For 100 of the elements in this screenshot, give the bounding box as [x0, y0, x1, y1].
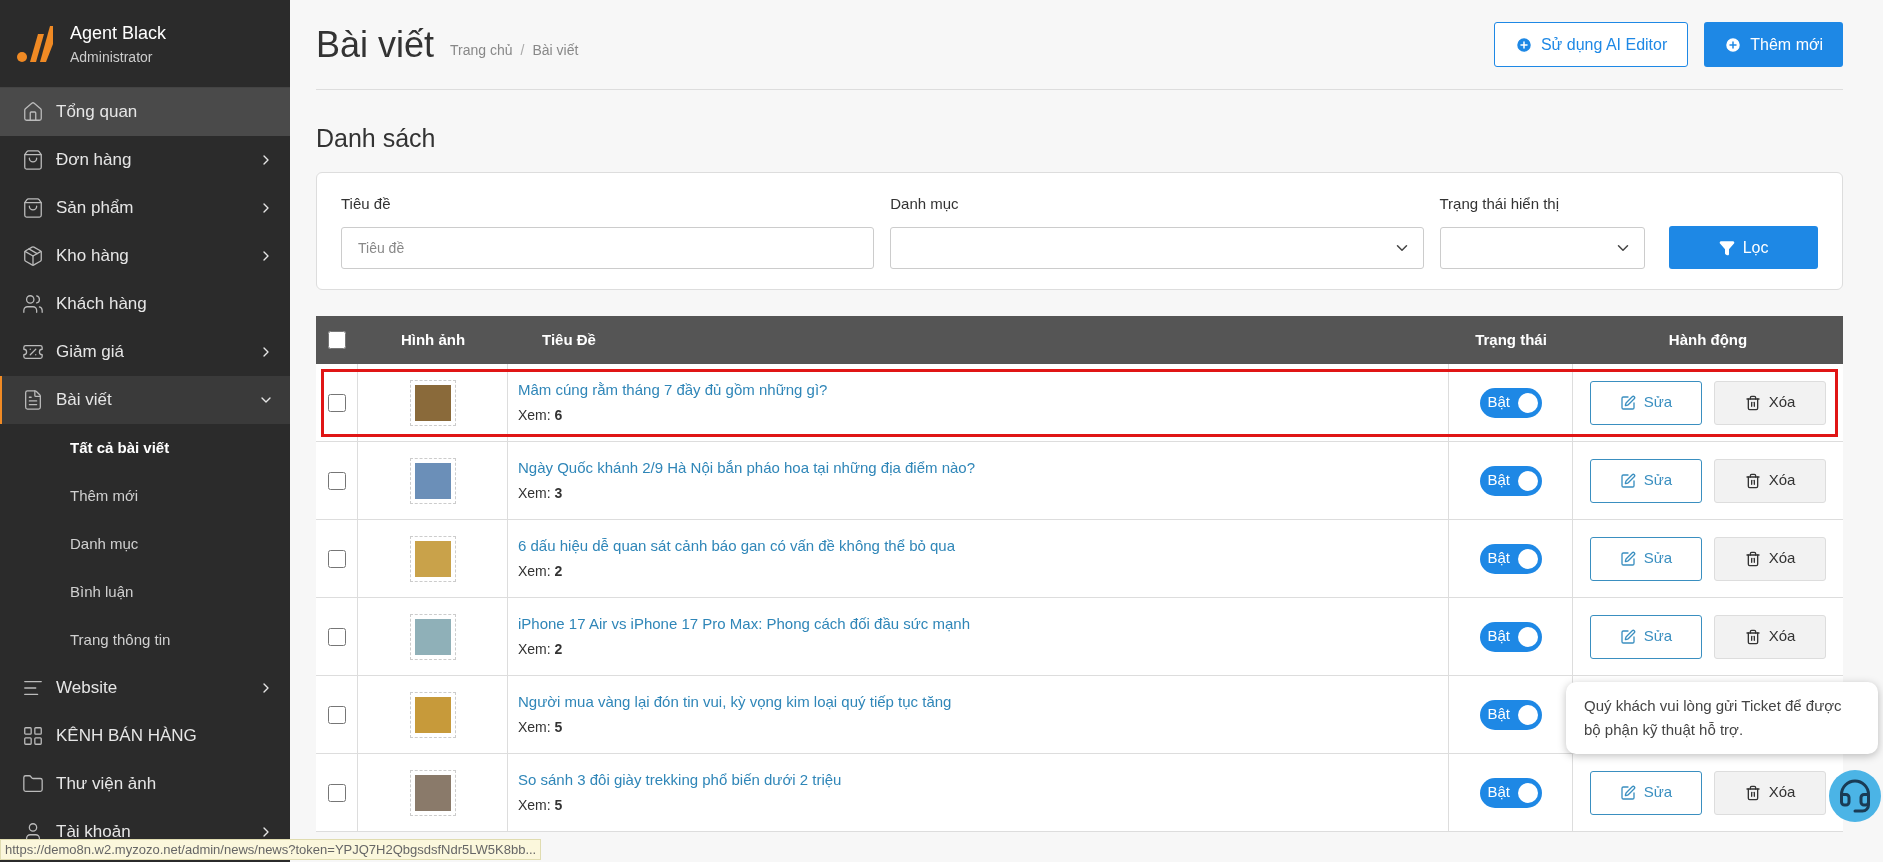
document-icon	[22, 389, 44, 411]
view-count: Xem: 3	[518, 484, 564, 504]
row-checkbox[interactable]	[327, 549, 346, 568]
sidebar-item[interactable]: Tổng quan	[0, 88, 290, 136]
status-toggle[interactable]: Bật	[1479, 777, 1542, 808]
edit-icon	[1619, 550, 1636, 567]
submenu-item[interactable]: Thêm mới	[0, 472, 290, 520]
edit-icon	[1619, 628, 1636, 645]
view-count: Xem: 6	[518, 406, 564, 426]
box-icon	[22, 245, 44, 267]
delete-button[interactable]: Xóa	[1714, 770, 1826, 815]
select-field[interactable]	[890, 227, 1424, 269]
row-checkbox[interactable]	[327, 471, 346, 490]
edit-button[interactable]: Sửa	[1590, 614, 1702, 659]
plus-icon	[1514, 35, 1533, 54]
photo-placeholder	[414, 774, 451, 811]
post-title-link[interactable]: Mâm cúng rằm tháng 7 đầy đủ gồm những gì?	[518, 378, 1448, 402]
breadcrumb-link[interactable]: Trang chủ	[450, 40, 513, 61]
sidebar-item[interactable]: Khách hàng	[0, 280, 290, 328]
sidebar-item[interactable]: Thư viện ảnh	[0, 760, 290, 808]
brand-name: Agent Black	[70, 21, 167, 45]
user-role: Administrator	[70, 47, 154, 67]
grid-icon	[22, 725, 44, 747]
sidebar-item[interactable]: Bài viết	[0, 376, 290, 424]
status-toggle[interactable]: Bật	[1479, 387, 1542, 418]
post-title-link[interactable]: 6 dấu hiệu dễ quan sát cảnh báo gan có vấn đề không thể bỏ qua	[518, 534, 1448, 558]
edit-button[interactable]: Sửa	[1590, 458, 1702, 503]
trash-icon	[1744, 472, 1761, 489]
post-title-link[interactable]: Ngày Quốc khánh 2/9 Hà Nội bắn pháo hoa tại những địa điểm nào?	[518, 456, 1448, 480]
column-header: Hành động	[1667, 329, 1749, 350]
status-toggle[interactable]: Bật	[1479, 543, 1542, 574]
select-all-checkbox[interactable]	[328, 331, 346, 349]
submenu-item[interactable]: Danh mục	[0, 520, 290, 568]
row-checkbox[interactable]	[327, 393, 346, 412]
sidebar-item[interactable]: KÊNH BÁN HÀNG	[0, 712, 290, 760]
column-header: Trạng thái	[1474, 329, 1548, 350]
sidebar-item[interactable]: Đơn hàng	[0, 136, 290, 184]
status-toggle[interactable]: Bật	[1479, 699, 1542, 730]
row-checkbox[interactable]	[327, 705, 346, 724]
plus-icon	[1724, 35, 1743, 54]
trash-icon	[1744, 784, 1761, 801]
view-count: Xem: 2	[518, 640, 564, 660]
breadcrumb-link[interactable]: Bài viết	[532, 40, 579, 61]
edit-icon	[1619, 472, 1636, 489]
select-field[interactable]	[1439, 227, 1646, 269]
section-title: Danh sách	[316, 123, 437, 154]
bag-icon	[22, 197, 44, 219]
column-header: Tiêu Đề	[541, 329, 597, 350]
sidebar-item[interactable]: Kho hàng	[0, 232, 290, 280]
photo-placeholder	[414, 696, 451, 733]
post-title-link[interactable]: iPhone 17 Air vs iPhone 17 Pro Max: Phong cách đối đầu sức mạnh	[518, 612, 1448, 636]
filter-label: Trạng thái hiển thị	[1439, 193, 1561, 214]
bag-icon	[22, 149, 44, 171]
filter-label: Danh mục	[890, 193, 960, 214]
row-checkbox[interactable]	[327, 783, 346, 802]
edit-button[interactable]: Sửa	[1590, 536, 1702, 581]
view-count: Xem: 2	[518, 562, 564, 582]
add-new-button[interactable]: Thêm mới	[1704, 22, 1843, 67]
photo-placeholder	[414, 384, 451, 421]
sidebar-item[interactable]: Website	[0, 664, 290, 712]
post-title-link[interactable]: So sánh 3 đôi giày trekking phổ biến dưới 2 triệu	[518, 768, 1448, 792]
photo-placeholder	[414, 618, 451, 655]
filter-icon	[1718, 239, 1735, 256]
trash-icon	[1744, 550, 1761, 567]
support-popup: Quý khách vui lòng gửi Ticket để được bộ phận kỹ thuật hỗ trợ.	[1566, 682, 1878, 754]
status-toggle[interactable]: Bật	[1479, 465, 1542, 496]
edit-button[interactable]: Sửa	[1590, 770, 1702, 815]
submenu-item[interactable]: Bình luận	[0, 568, 290, 616]
photo-placeholder	[414, 540, 451, 577]
title-input[interactable]: Tiêu đề	[341, 227, 875, 269]
sidebar-item[interactable]: Giảm giá	[0, 328, 290, 376]
sidebar-item[interactable]: Sản phẩm	[0, 184, 290, 232]
filter-label: Tiêu đề	[341, 193, 392, 214]
delete-button[interactable]: Xóa	[1714, 536, 1826, 581]
support-chat-button[interactable]	[1829, 770, 1881, 822]
headset-icon	[1837, 778, 1873, 814]
submenu-item[interactable]: Trang thông tin	[0, 616, 290, 664]
link-preview-tooltip: https://demo8n.w2.myzozo.net/admin/news/news?token=YPJQ7H2QbgsdsfNdr5LW5K8bb...	[0, 838, 542, 860]
home-icon	[22, 101, 44, 123]
logo-icon	[16, 23, 54, 64]
edit-icon	[1619, 394, 1636, 411]
page-title: Bài viết	[316, 22, 435, 67]
view-count: Xem: 5	[518, 718, 564, 738]
delete-button[interactable]: Xóa	[1714, 614, 1826, 659]
delete-button[interactable]: Xóa	[1714, 380, 1826, 425]
photo-placeholder	[414, 462, 451, 499]
status-toggle[interactable]: Bật	[1479, 621, 1542, 652]
submenu-item[interactable]: Tất cả bài viết	[0, 424, 290, 472]
trash-icon	[1744, 628, 1761, 645]
filter-button[interactable]: Lọc	[1669, 226, 1818, 269]
column-header: Hình ảnh	[399, 329, 467, 350]
ai-editor-button[interactable]: Sử dụng AI Editor	[1493, 22, 1689, 67]
edit-button[interactable]: Sửa	[1590, 380, 1702, 425]
trash-icon	[1744, 394, 1761, 411]
people-icon	[22, 293, 44, 315]
folder-icon	[22, 773, 44, 795]
delete-button[interactable]: Xóa	[1714, 458, 1826, 503]
breadcrumb-separator: /	[520, 41, 525, 60]
post-title-link[interactable]: Người mua vàng lại đón tin vui, kỳ vọng kim loại quý tiếp tục tăng	[518, 690, 1448, 714]
row-checkbox[interactable]	[327, 627, 346, 646]
